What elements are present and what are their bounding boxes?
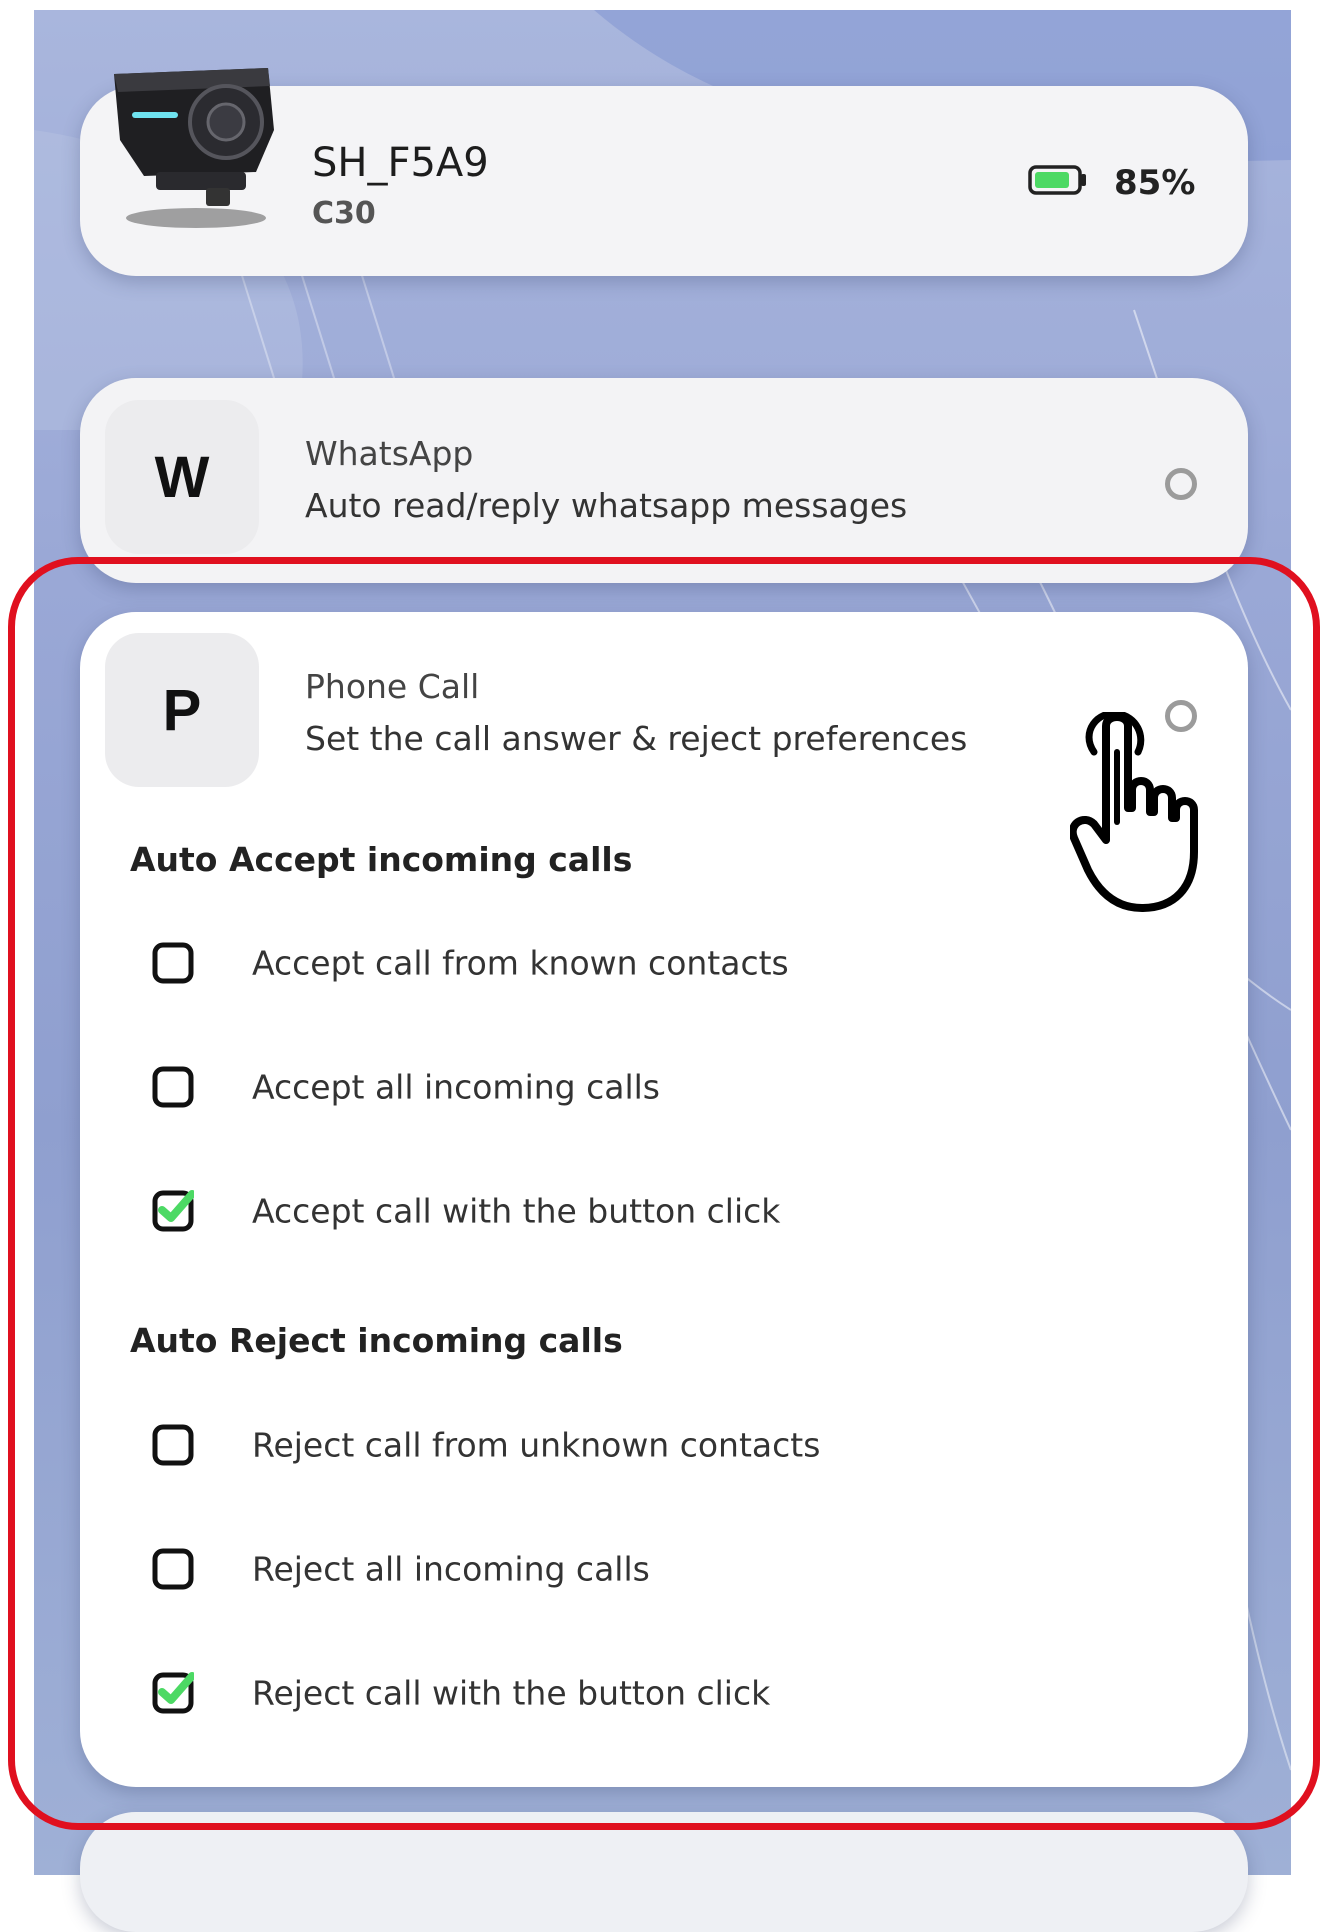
whatsapp-description: Auto read/reply whatsapp messages	[305, 486, 908, 525]
device-model: C30	[312, 196, 376, 231]
hand-pointer-icon	[1070, 712, 1198, 912]
battery-icon	[1028, 165, 1086, 195]
whatsapp-title: WhatsApp	[305, 434, 474, 473]
headset-device-icon	[114, 68, 274, 228]
whatsapp-radio[interactable]	[1165, 468, 1197, 500]
whatsapp-avatar: W	[105, 400, 259, 554]
device-name: SH_F5A9	[312, 140, 489, 186]
next-app-card[interactable]	[80, 1812, 1248, 1932]
battery-percentage: 85%	[1114, 163, 1196, 203]
